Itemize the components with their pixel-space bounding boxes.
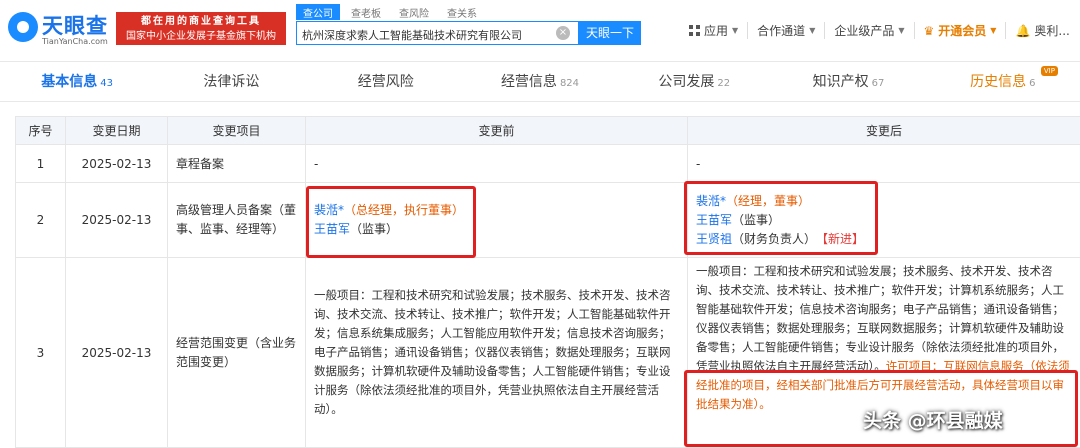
tab-label: 经营信息	[501, 74, 557, 90]
tab-count: 824	[560, 78, 579, 89]
highlight-box-after-people	[684, 181, 878, 255]
tab-ip[interactable]: 知识产权67	[771, 62, 925, 101]
cell-before: -	[306, 145, 688, 183]
tab-label: 法律诉讼	[203, 74, 259, 90]
tab-company-development[interactable]: 公司发展22	[617, 62, 771, 101]
chevron-down-icon: ▼	[990, 26, 996, 35]
search-tab-boss[interactable]: 查老板	[344, 4, 388, 20]
col-header-date: 变更日期	[66, 117, 168, 145]
crown-icon: ♛	[924, 24, 935, 38]
nav-vip-label: 开通会员	[938, 22, 986, 39]
tab-label: 基本信息	[41, 74, 97, 90]
chevron-down-icon: ▼	[732, 26, 738, 35]
chevron-down-icon: ▼	[809, 26, 815, 35]
chevron-down-icon: ▼	[898, 26, 904, 35]
cell-no: 1	[16, 145, 66, 183]
cell-item: 高级管理人员备案（董事、监事、经理等）	[168, 183, 306, 258]
cell-after: -	[688, 145, 1080, 183]
tab-operation-info[interactable]: 经营信息824	[463, 62, 617, 101]
vip-badge: VIP	[1041, 66, 1058, 76]
grid-icon	[689, 25, 700, 36]
col-header-no: 序号	[16, 117, 66, 145]
tab-label: 经营风险	[358, 74, 414, 90]
table-row: 1 2025-02-13 章程备案 - -	[16, 145, 1080, 183]
tab-count: 22	[717, 78, 730, 89]
col-header-before: 变更前	[306, 117, 688, 145]
nav-cooperation[interactable]: 合作通道 ▼	[748, 22, 825, 39]
nav-enterprise-label: 企业级产品	[834, 22, 894, 39]
cell-no: 2	[16, 183, 66, 258]
section-tabs: 基本信息43 法律诉讼 经营风险 经营信息824 公司发展22 知识产权67 历…	[0, 62, 1080, 102]
cell-before: 一般项目：工程和技术研究和试验发展；技术服务、技术开发、技术咨询、技术交流、技术…	[306, 258, 688, 448]
cell-item: 章程备案	[168, 145, 306, 183]
cell-item: 经营范围变更（含业务范围变更）	[168, 258, 306, 448]
col-header-after: 变更后	[688, 117, 1080, 145]
nav-user-label: 奥利...	[1034, 22, 1069, 39]
cell-date: 2025-02-13	[66, 258, 168, 448]
search-tab-relation[interactable]: 查关系	[440, 4, 484, 20]
cell-no: 3	[16, 258, 66, 448]
tab-count: 6	[1029, 78, 1035, 89]
tab-litigation[interactable]: 法律诉讼	[154, 62, 308, 101]
tab-count: 43	[100, 78, 113, 89]
watermark: 头条 @环县融媒	[863, 406, 1003, 433]
search-tab-company[interactable]: 查公司	[296, 4, 340, 20]
table-row: 2 2025-02-13 高级管理人员备案（董事、监事、经理等） 裴湉*（总经理…	[16, 183, 1080, 258]
nav-cooperation-label: 合作通道	[757, 22, 805, 39]
nav-vip[interactable]: ♛ 开通会员 ▼	[915, 22, 1007, 39]
scope-general: 一般项目：工程和技术研究和试验发展；技术服务、技术开发、技术咨询、技术交流、技术…	[696, 264, 1064, 373]
top-bar: 天眼查 TianYanCha.com 都在用的商业查询工具 国家中小企业发展子基…	[0, 0, 1080, 62]
highlight-box-before-people	[306, 186, 476, 258]
tab-label: 历史信息	[970, 74, 1026, 90]
search-tabs: 查公司 查老板 查风险 查关系	[296, 4, 484, 20]
logo-sub: TianYanCha.com	[42, 37, 108, 46]
logo-text: 天眼查	[42, 10, 108, 40]
logo-eye-icon	[8, 12, 38, 42]
ad-line2: 国家中小企业发展子基金旗下机构	[122, 29, 280, 44]
tab-history[interactable]: 历史信息6 VIP	[926, 62, 1080, 101]
search-input[interactable]: 杭州深度求索人工智能基础技术研究有限公司	[296, 21, 579, 45]
bell-icon[interactable]: 🔔	[1015, 24, 1030, 38]
nav-user[interactable]: 🔔 奥利...	[1006, 22, 1078, 39]
top-nav: 应用 ▼ 合作通道 ▼ 企业级产品 ▼ ♛ 开通会员 ▼ 🔔 奥利...	[680, 22, 1079, 39]
tab-label: 公司发展	[658, 74, 714, 90]
search-tab-risk[interactable]: 查风险	[392, 4, 436, 20]
tab-label: 知识产权	[813, 74, 869, 90]
cell-date: 2025-02-13	[66, 183, 168, 258]
nav-enterprise[interactable]: 企业级产品 ▼	[825, 22, 914, 39]
logo[interactable]: 天眼查 TianYanCha.com	[8, 10, 113, 52]
tab-operation-risk[interactable]: 经营风险	[309, 62, 463, 101]
nav-apps[interactable]: 应用 ▼	[680, 22, 748, 39]
table-header-row: 序号 变更日期 变更项目 变更前 变更后	[16, 117, 1080, 145]
search-button[interactable]: 天眼一下	[579, 21, 641, 45]
cell-date: 2025-02-13	[66, 145, 168, 183]
ad-line1: 都在用的商业查询工具	[122, 14, 280, 29]
nav-apps-label: 应用	[704, 22, 728, 39]
tab-basic-info[interactable]: 基本信息43	[0, 62, 154, 101]
col-header-item: 变更项目	[168, 117, 306, 145]
clear-icon[interactable]: ×	[556, 26, 570, 40]
tab-count: 67	[872, 78, 885, 89]
ad-banner[interactable]: 都在用的商业查询工具 国家中小企业发展子基金旗下机构	[116, 12, 286, 45]
